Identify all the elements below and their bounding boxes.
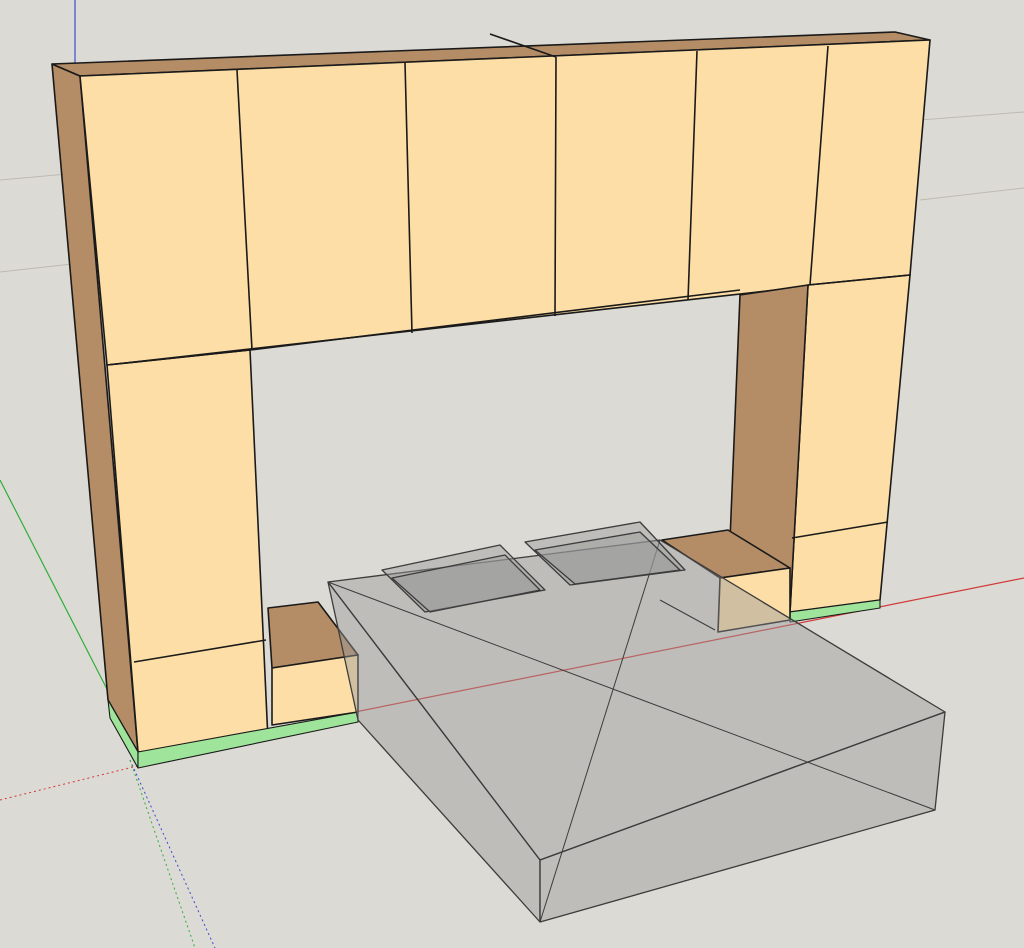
sketchup-viewport[interactable] (0, 0, 1024, 948)
nightstand-front (271, 654, 359, 726)
model-canvas[interactable] (0, 0, 1024, 948)
